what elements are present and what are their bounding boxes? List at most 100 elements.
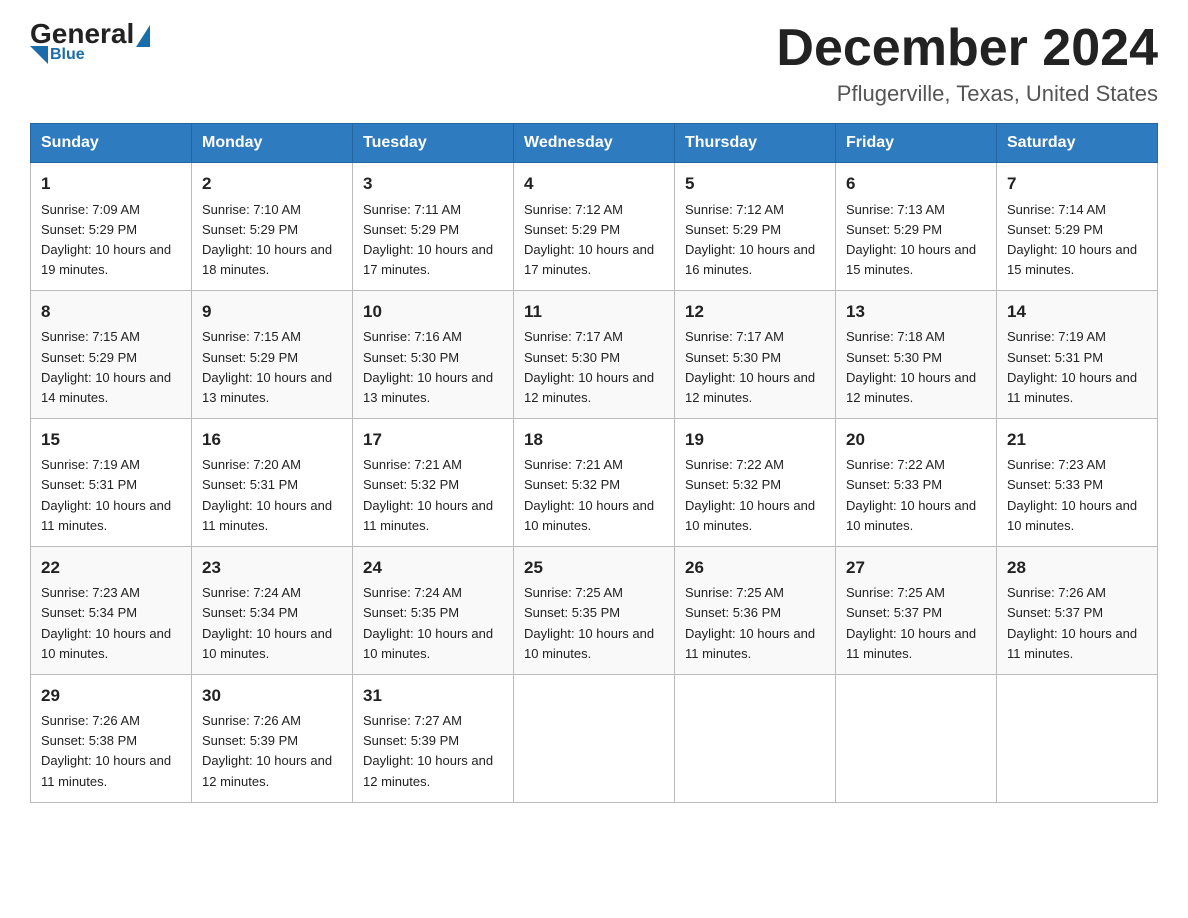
day-number: 11 [524, 299, 664, 325]
day-info: Sunrise: 7:26 AMSunset: 5:37 PMDaylight:… [1007, 585, 1137, 660]
day-number: 31 [363, 683, 503, 709]
calendar-cell: 6Sunrise: 7:13 AMSunset: 5:29 PMDaylight… [836, 163, 997, 291]
day-number: 15 [41, 427, 181, 453]
day-number: 16 [202, 427, 342, 453]
calendar-cell: 27Sunrise: 7:25 AMSunset: 5:37 PMDayligh… [836, 546, 997, 674]
day-number: 19 [685, 427, 825, 453]
day-info: Sunrise: 7:17 AMSunset: 5:30 PMDaylight:… [685, 329, 815, 404]
day-info: Sunrise: 7:15 AMSunset: 5:29 PMDaylight:… [41, 329, 171, 404]
day-info: Sunrise: 7:19 AMSunset: 5:31 PMDaylight:… [41, 457, 171, 532]
day-info: Sunrise: 7:18 AMSunset: 5:30 PMDaylight:… [846, 329, 976, 404]
day-info: Sunrise: 7:12 AMSunset: 5:29 PMDaylight:… [685, 202, 815, 277]
calendar-cell: 29Sunrise: 7:26 AMSunset: 5:38 PMDayligh… [31, 674, 192, 802]
calendar-cell: 15 Sunrise: 7:19 AMSunset: 5:31 PMDayligh… [31, 419, 192, 547]
calendar-cell: 13 Sunrise: 7:18 AMSunset: 5:30 PMDayligh… [836, 291, 997, 419]
day-info: Sunrise: 7:09 AMSunset: 5:29 PMDaylight:… [41, 202, 171, 277]
col-sunday: Sunday [31, 124, 192, 163]
day-info: Sunrise: 7:17 AMSunset: 5:30 PMDaylight:… [524, 329, 654, 404]
col-friday: Friday [836, 124, 997, 163]
calendar-cell: 26 Sunrise: 7:25 AMSunset: 5:36 PMDayligh… [675, 546, 836, 674]
calendar-cell: 12 Sunrise: 7:17 AMSunset: 5:30 PMDayligh… [675, 291, 836, 419]
calendar-cell: 25 Sunrise: 7:25 AMSunset: 5:35 PMDayligh… [514, 546, 675, 674]
day-number: 5 [685, 171, 825, 197]
calendar-cell: 5 Sunrise: 7:12 AMSunset: 5:29 PMDaylight… [675, 163, 836, 291]
calendar-week-row: 29Sunrise: 7:26 AMSunset: 5:38 PMDayligh… [31, 674, 1158, 802]
day-number: 26 [685, 555, 825, 581]
day-info: Sunrise: 7:11 AMSunset: 5:29 PMDaylight:… [363, 202, 493, 277]
day-info: Sunrise: 7:15 AMSunset: 5:29 PMDaylight:… [202, 329, 332, 404]
day-info: Sunrise: 7:25 AMSunset: 5:36 PMDaylight:… [685, 585, 815, 660]
calendar-cell [514, 674, 675, 802]
day-info: Sunrise: 7:26 AMSunset: 5:39 PMDaylight:… [202, 713, 332, 788]
day-info: Sunrise: 7:23 AMSunset: 5:34 PMDaylight:… [41, 585, 171, 660]
day-number: 20 [846, 427, 986, 453]
day-number: 30 [202, 683, 342, 709]
day-info: Sunrise: 7:20 AMSunset: 5:31 PMDaylight:… [202, 457, 332, 532]
day-number: 3 [363, 171, 503, 197]
day-number: 9 [202, 299, 342, 325]
day-info: Sunrise: 7:21 AMSunset: 5:32 PMDaylight:… [524, 457, 654, 532]
day-info: Sunrise: 7:24 AMSunset: 5:34 PMDaylight:… [202, 585, 332, 660]
day-info: Sunrise: 7:25 AMSunset: 5:37 PMDaylight:… [846, 585, 976, 660]
day-info: Sunrise: 7:12 AMSunset: 5:29 PMDaylight:… [524, 202, 654, 277]
location-subtitle: Pflugerville, Texas, United States [776, 81, 1158, 107]
calendar-cell: 1 Sunrise: 7:09 AMSunset: 5:29 PMDaylight… [31, 163, 192, 291]
calendar-cell: 8Sunrise: 7:15 AMSunset: 5:29 PMDaylight… [31, 291, 192, 419]
month-title: December 2024 [776, 20, 1158, 77]
day-number: 28 [1007, 555, 1147, 581]
calendar-cell: 10Sunrise: 7:16 AMSunset: 5:30 PMDayligh… [353, 291, 514, 419]
calendar-cell: 2Sunrise: 7:10 AMSunset: 5:29 PMDaylight… [192, 163, 353, 291]
day-number: 1 [41, 171, 181, 197]
col-saturday: Saturday [997, 124, 1158, 163]
calendar-cell: 19 Sunrise: 7:22 AMSunset: 5:32 PMDayligh… [675, 419, 836, 547]
col-thursday: Thursday [675, 124, 836, 163]
col-wednesday: Wednesday [514, 124, 675, 163]
day-info: Sunrise: 7:26 AMSunset: 5:38 PMDaylight:… [41, 713, 171, 788]
day-number: 22 [41, 555, 181, 581]
day-info: Sunrise: 7:25 AMSunset: 5:35 PMDaylight:… [524, 585, 654, 660]
day-info: Sunrise: 7:27 AMSunset: 5:39 PMDaylight:… [363, 713, 493, 788]
title-area: December 2024 Pflugerville, Texas, Unite… [776, 20, 1158, 107]
calendar-cell [675, 674, 836, 802]
calendar-cell: 7 Sunrise: 7:14 AMSunset: 5:29 PMDaylight… [997, 163, 1158, 291]
col-tuesday: Tuesday [353, 124, 514, 163]
day-number: 10 [363, 299, 503, 325]
day-number: 2 [202, 171, 342, 197]
day-info: Sunrise: 7:21 AMSunset: 5:32 PMDaylight:… [363, 457, 493, 532]
col-monday: Monday [192, 124, 353, 163]
calendar-week-row: 8Sunrise: 7:15 AMSunset: 5:29 PMDaylight… [31, 291, 1158, 419]
day-number: 25 [524, 555, 664, 581]
calendar-cell: 30 Sunrise: 7:26 AMSunset: 5:39 PMDayligh… [192, 674, 353, 802]
logo-blue-text: Blue [50, 46, 85, 64]
calendar-table: Sunday Monday Tuesday Wednesday Thursday… [30, 123, 1158, 803]
calendar-cell: 17 Sunrise: 7:21 AMSunset: 5:32 PMDayligh… [353, 419, 514, 547]
calendar-cell: 24 Sunrise: 7:24 AMSunset: 5:35 PMDayligh… [353, 546, 514, 674]
day-number: 17 [363, 427, 503, 453]
day-number: 14 [1007, 299, 1147, 325]
day-number: 12 [685, 299, 825, 325]
calendar-cell: 16 Sunrise: 7:20 AMSunset: 5:31 PMDayligh… [192, 419, 353, 547]
logo-blue-accent-icon [30, 46, 48, 64]
calendar-cell: 31 Sunrise: 7:27 AMSunset: 5:39 PMDayligh… [353, 674, 514, 802]
day-number: 7 [1007, 171, 1147, 197]
logo-general-text: General [30, 20, 134, 48]
calendar-week-row: 22 Sunrise: 7:23 AMSunset: 5:34 PMDayligh… [31, 546, 1158, 674]
day-info: Sunrise: 7:24 AMSunset: 5:35 PMDaylight:… [363, 585, 493, 660]
calendar-week-row: 1 Sunrise: 7:09 AMSunset: 5:29 PMDaylight… [31, 163, 1158, 291]
day-number: 21 [1007, 427, 1147, 453]
day-number: 24 [363, 555, 503, 581]
calendar-cell: 4 Sunrise: 7:12 AMSunset: 5:29 PMDaylight… [514, 163, 675, 291]
calendar-cell: 11 Sunrise: 7:17 AMSunset: 5:30 PMDayligh… [514, 291, 675, 419]
day-info: Sunrise: 7:14 AMSunset: 5:29 PMDaylight:… [1007, 202, 1137, 277]
calendar-cell: 18Sunrise: 7:21 AMSunset: 5:32 PMDayligh… [514, 419, 675, 547]
calendar-cell: 23 Sunrise: 7:24 AMSunset: 5:34 PMDayligh… [192, 546, 353, 674]
calendar-header-row: Sunday Monday Tuesday Wednesday Thursday… [31, 124, 1158, 163]
day-number: 4 [524, 171, 664, 197]
day-info: Sunrise: 7:22 AMSunset: 5:32 PMDaylight:… [685, 457, 815, 532]
calendar-cell: 14 Sunrise: 7:19 AMSunset: 5:31 PMDayligh… [997, 291, 1158, 419]
day-info: Sunrise: 7:19 AMSunset: 5:31 PMDaylight:… [1007, 329, 1137, 404]
calendar-cell [997, 674, 1158, 802]
day-number: 13 [846, 299, 986, 325]
calendar-cell: 20Sunrise: 7:22 AMSunset: 5:33 PMDayligh… [836, 419, 997, 547]
day-number: 23 [202, 555, 342, 581]
